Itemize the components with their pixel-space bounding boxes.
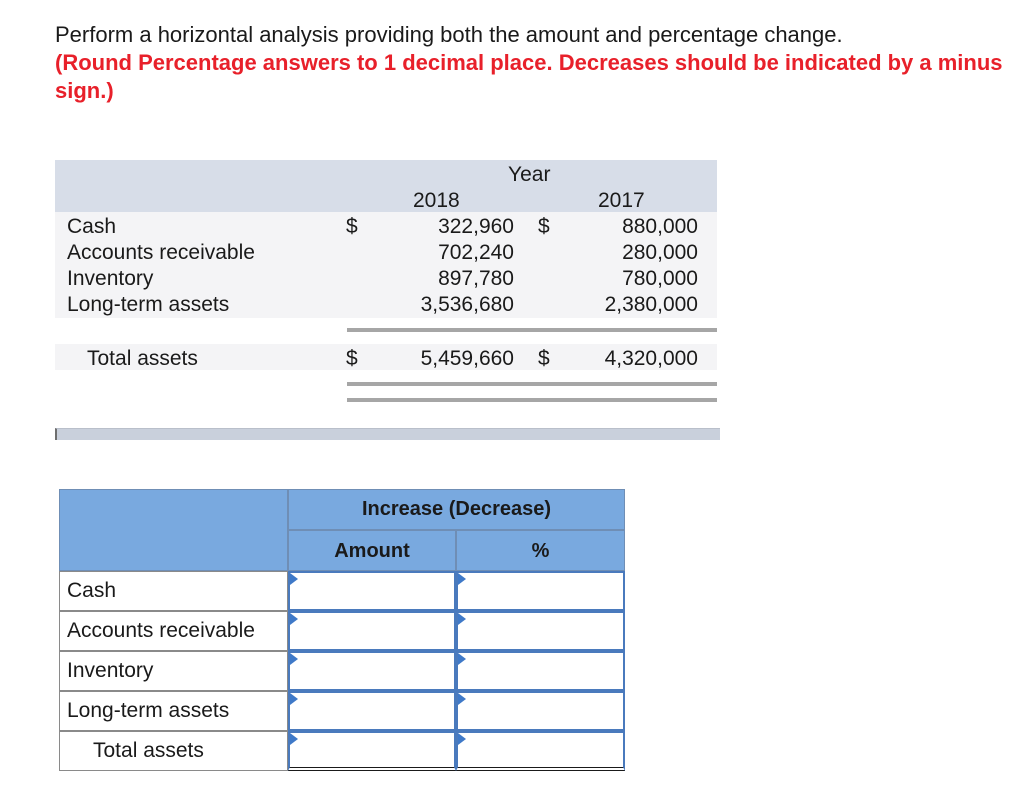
total-percent-input[interactable]: [458, 733, 623, 767]
total-2018-value: 5,459,660: [420, 347, 514, 370]
inventory-percent-input[interactable]: [458, 653, 623, 689]
label-cell: Long-term assets: [59, 691, 288, 731]
inventory-2017-value: 780,000: [622, 267, 698, 290]
currency-sign: $: [346, 215, 358, 238]
horizontal-analysis-grid: Increase (Decrease) Amount % Cash Accoun…: [59, 489, 625, 771]
lta-amount-input[interactable]: [290, 693, 454, 729]
inventory-2018-value: 897,780: [438, 267, 514, 290]
cash-2018-value: 322,960: [438, 215, 514, 238]
lta-percent-input-cell[interactable]: [456, 691, 625, 731]
instruction-text: Perform a horizontal analysis providing …: [55, 22, 843, 47]
input-marker-icon: [458, 693, 466, 705]
ar-amount-input-cell[interactable]: [288, 611, 456, 651]
input-marker-icon: [290, 613, 298, 625]
grid-row-label-cash: Cash: [67, 579, 117, 602]
input-marker-icon: [290, 573, 298, 585]
inventory-amount-input-cell[interactable]: [288, 651, 456, 691]
cash-percent-input-cell[interactable]: [456, 571, 625, 611]
percent-header: %: [531, 540, 550, 562]
year-header: Year: [508, 163, 551, 186]
header-blank-cell: [59, 489, 288, 571]
currency-sign: $: [538, 347, 550, 370]
amount-header: Amount: [334, 540, 410, 562]
input-marker-icon: [458, 573, 466, 585]
header-group-cell: Increase (Decrease): [288, 489, 625, 530]
input-marker-icon: [458, 653, 466, 665]
cash-amount-input[interactable]: [290, 573, 454, 609]
total-amount-input[interactable]: [290, 733, 454, 767]
amount-header-cell: Amount: [288, 530, 456, 571]
ar-2018-value: 702,240: [438, 241, 514, 264]
cash-percent-input[interactable]: [458, 573, 623, 609]
grid-row-label-accounts-receivable: Accounts receivable: [67, 619, 255, 642]
label-cell: Accounts receivable: [59, 611, 288, 651]
ar-amount-input[interactable]: [290, 613, 454, 649]
row-label-accounts-receivable: Accounts receivable: [67, 241, 255, 264]
input-marker-icon: [290, 693, 298, 705]
label-cell: Cash: [59, 571, 288, 611]
percent-header-cell: %: [456, 530, 625, 571]
scroll-band: [55, 428, 720, 440]
input-marker-icon: [458, 733, 466, 745]
currency-sign: $: [538, 215, 550, 238]
year-2018-header: 2018: [413, 189, 460, 212]
double-rule-top: [347, 382, 717, 386]
cash-2017-value: 880,000: [622, 215, 698, 238]
lta-amount-input-cell[interactable]: [288, 691, 456, 731]
input-marker-icon: [458, 613, 466, 625]
input-marker-icon: [290, 653, 298, 665]
ar-2017-value: 280,000: [622, 241, 698, 264]
rounding-note: (Round Percentage answers to 1 decimal p…: [55, 50, 1003, 103]
subtotal-rule: [347, 328, 717, 332]
input-marker-icon: [290, 733, 298, 745]
total-amount-input-cell[interactable]: [288, 731, 456, 771]
grid-row-label-inventory: Inventory: [67, 659, 154, 682]
lta-percent-input[interactable]: [458, 693, 623, 729]
total-percent-input-cell[interactable]: [456, 731, 625, 771]
increase-decrease-header: Increase (Decrease): [361, 498, 551, 520]
row-label-total-assets: Total assets: [87, 347, 198, 370]
ar-percent-input[interactable]: [458, 613, 623, 649]
row-label-cash: Cash: [67, 215, 117, 238]
total-2017-value: 4,320,000: [604, 347, 698, 370]
row-label-inventory: Inventory: [67, 267, 154, 290]
label-cell: Inventory: [59, 651, 288, 691]
inventory-percent-input-cell[interactable]: [456, 651, 625, 691]
row-label-long-term-assets: Long-term assets: [67, 293, 230, 316]
year-2017-header: 2017: [598, 189, 645, 212]
ar-percent-input-cell[interactable]: [456, 611, 625, 651]
label-cell: Total assets: [59, 731, 288, 771]
lta-2018-value: 3,536,680: [420, 293, 514, 316]
grid-row-label-long-term-assets: Long-term assets: [67, 699, 230, 722]
cash-amount-input-cell[interactable]: [288, 571, 456, 611]
double-rule-bottom: [347, 398, 717, 402]
inventory-amount-input[interactable]: [290, 653, 454, 689]
grid-row-label-total-assets: Total assets: [93, 739, 204, 762]
currency-sign: $: [346, 347, 358, 370]
lta-2017-value: 2,380,000: [604, 293, 698, 316]
